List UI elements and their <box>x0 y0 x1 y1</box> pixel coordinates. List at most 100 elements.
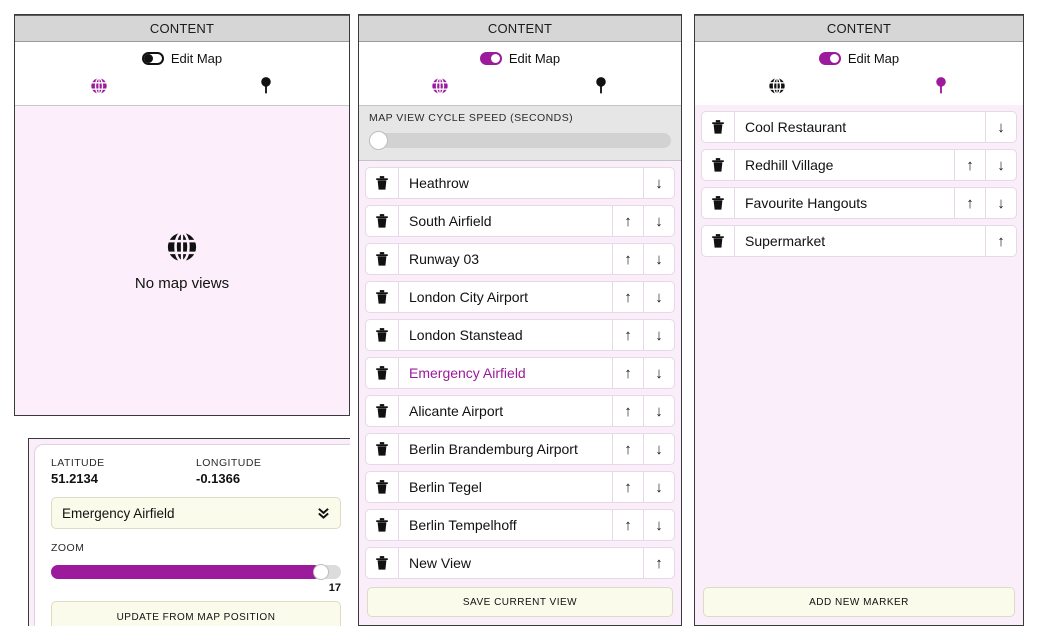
move-up-button[interactable]: ↑ <box>954 188 985 218</box>
move-down-button[interactable]: ↓ <box>643 320 674 350</box>
list-item[interactable]: New View ↑ <box>365 547 675 579</box>
list-item-label: Berlin Tempelhoff <box>409 517 517 533</box>
edit-map-toggle-switch-2[interactable] <box>479 51 502 65</box>
delete-row-button[interactable] <box>366 510 399 540</box>
list-item[interactable]: London Stanstead ↑ ↓ <box>365 319 675 351</box>
zoom-slider[interactable] <box>51 564 341 580</box>
move-down-button[interactable]: ↓ <box>643 510 674 540</box>
list-item[interactable]: Heathrow ↓ <box>365 167 675 199</box>
move-up-button[interactable]: ↑ <box>985 226 1016 256</box>
cycle-speed-track <box>369 133 671 148</box>
edit-map-toggle-switch-1[interactable] <box>141 51 164 65</box>
delete-row-button[interactable] <box>366 320 399 350</box>
move-down-button[interactable]: ↓ <box>985 112 1016 142</box>
panel-map-views-list: CONTENT Edit Map MAP VIEW CYCLE SPEED (S… <box>358 14 682 626</box>
move-down-button[interactable]: ↓ <box>643 282 674 312</box>
panel-markers-list: CONTENT Edit Map Cool Restaurant ↓ Redhi… <box>694 14 1024 626</box>
delete-row-button[interactable] <box>366 244 399 274</box>
toggle-knob <box>829 53 839 63</box>
zoom-value: 17 <box>328 582 341 594</box>
move-up-button[interactable]: ↑ <box>612 358 643 388</box>
content-title-2: CONTENT <box>487 21 553 36</box>
zoom-slider-knob[interactable] <box>312 564 329 580</box>
move-up-button[interactable]: ↑ <box>612 206 643 236</box>
list-item[interactable]: Berlin Brandemburg Airport ↑ ↓ <box>365 433 675 465</box>
save-current-view-button[interactable]: SAVE CURRENT VIEW <box>367 587 673 617</box>
move-down-button[interactable]: ↓ <box>985 188 1016 218</box>
map-view-select[interactable]: Emergency Airfield <box>51 497 341 529</box>
sidebar-item-map-views-2[interactable] <box>359 69 520 103</box>
toggle-knob <box>143 53 153 63</box>
delete-row-button[interactable] <box>366 472 399 502</box>
list-item[interactable]: Cool Restaurant ↓ <box>701 111 1017 143</box>
list-item[interactable]: Emergency Airfield ↑ ↓ <box>365 357 675 389</box>
sidebar-item-map-views-3[interactable] <box>695 69 859 103</box>
delete-row-button[interactable] <box>702 112 735 142</box>
move-up-button[interactable]: ↑ <box>954 150 985 180</box>
move-up-button[interactable]: ↑ <box>612 244 643 274</box>
list-item[interactable]: Redhill Village ↑ ↓ <box>701 149 1017 181</box>
list-item[interactable]: South Airfield ↑ ↓ <box>365 205 675 237</box>
move-up-button[interactable]: ↑ <box>612 472 643 502</box>
move-down-button[interactable]: ↓ <box>643 206 674 236</box>
delete-row-button[interactable] <box>366 206 399 236</box>
edit-map-toggle-row-2[interactable]: Edit Map <box>359 47 681 69</box>
move-up-button[interactable]: ↑ <box>612 510 643 540</box>
move-down-button[interactable]: ↓ <box>643 396 674 426</box>
delete-row-button[interactable] <box>366 282 399 312</box>
move-up-button[interactable]: ↑ <box>643 548 674 578</box>
edit-map-toggle-row-3[interactable]: Edit Map <box>695 47 1023 69</box>
footer-3: ADD NEW MARKER <box>695 581 1023 625</box>
list-item[interactable]: Berlin Tegel ↑ ↓ <box>365 471 675 503</box>
sidebar-item-map-views-1[interactable] <box>15 69 182 103</box>
delete-row-button[interactable] <box>702 188 735 218</box>
list-item[interactable]: Favourite Hangouts ↑ ↓ <box>701 187 1017 219</box>
chevron-double-down-glyph <box>318 507 329 519</box>
sidebar-item-markers-1[interactable] <box>182 69 349 103</box>
sidebar-item-markers-3[interactable] <box>859 69 1023 103</box>
edit-map-toggle-label-3: Edit Map <box>847 50 900 66</box>
delete-row-button[interactable] <box>366 434 399 464</box>
lat-lon-row: LATITUDE 51.2134 LONGITUDE -0.1366 <box>51 457 341 486</box>
list-item[interactable]: London City Airport ↑ ↓ <box>365 281 675 313</box>
cycle-speed-slider[interactable] <box>369 131 671 150</box>
sidebar-item-markers-2[interactable] <box>520 69 681 103</box>
delete-row-button[interactable] <box>366 358 399 388</box>
trash-icon <box>376 252 388 266</box>
update-from-map-position-button[interactable]: UPDATE FROM MAP POSITION <box>51 601 341 626</box>
move-up-button[interactable]: ↑ <box>612 396 643 426</box>
delete-row-button[interactable] <box>366 396 399 426</box>
trash-icon <box>712 120 724 134</box>
toolbar-3: Edit Map <box>695 42 1023 105</box>
cycle-speed-knob[interactable] <box>369 131 388 150</box>
delete-row-button[interactable] <box>366 168 399 198</box>
list-item[interactable]: Supermarket ↑ <box>701 225 1017 257</box>
list-item-label: Berlin Brandemburg Airport <box>409 441 578 457</box>
trash-icon <box>712 234 724 248</box>
move-down-button[interactable]: ↓ <box>985 150 1016 180</box>
delete-row-button[interactable] <box>702 226 735 256</box>
add-new-marker-button[interactable]: ADD NEW MARKER <box>703 587 1015 617</box>
delete-row-button[interactable] <box>702 150 735 180</box>
chevron-double-down-icon <box>317 506 330 521</box>
move-up-button[interactable]: ↑ <box>612 282 643 312</box>
list-item[interactable]: Alicante Airport ↑ ↓ <box>365 395 675 427</box>
move-up-button[interactable]: ↑ <box>612 434 643 464</box>
map-pin-icon <box>595 77 606 94</box>
zoom-label: ZOOM <box>51 542 85 554</box>
globe-icon <box>431 77 448 95</box>
content-header-bar-1: CONTENT <box>15 15 349 42</box>
move-down-button[interactable]: ↓ <box>643 472 674 502</box>
move-up-button[interactable]: ↑ <box>612 320 643 350</box>
move-down-button[interactable]: ↓ <box>643 358 674 388</box>
edit-map-toggle-row-1[interactable]: Edit Map <box>15 47 349 69</box>
list-item[interactable]: Runway 03 ↑ ↓ <box>365 243 675 275</box>
move-down-button[interactable]: ↓ <box>643 434 674 464</box>
list-item-label: Favourite Hangouts <box>745 195 868 211</box>
list-item-label: Runway 03 <box>409 251 480 267</box>
delete-row-button[interactable] <box>366 548 399 578</box>
move-down-button[interactable]: ↓ <box>643 244 674 274</box>
edit-map-toggle-switch-3[interactable] <box>818 51 841 65</box>
list-item[interactable]: Berlin Tempelhoff ↑ ↓ <box>365 509 675 541</box>
move-down-button[interactable]: ↓ <box>643 168 674 198</box>
